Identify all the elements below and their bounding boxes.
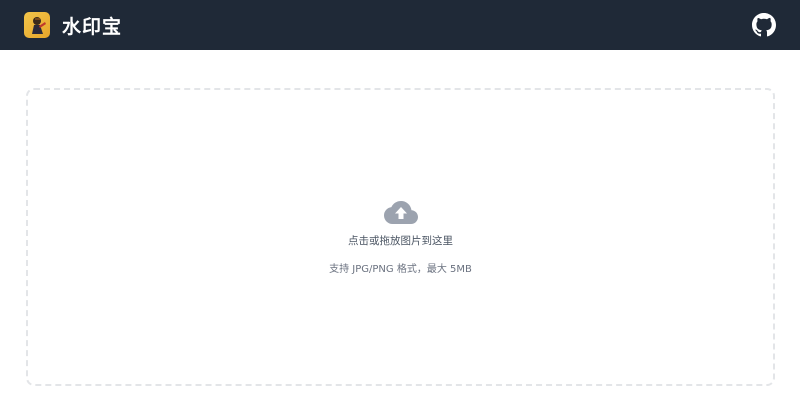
upload-dropzone[interactable]: 点击或拖放图片到这里 支持 JPG/PNG 格式，最大 5MB	[26, 88, 775, 386]
github-icon[interactable]	[752, 13, 776, 37]
app-title: 水印宝	[62, 15, 123, 38]
upload-instruction: 点击或拖放图片到这里	[348, 235, 453, 247]
upload-format-hint: 支持 JPG/PNG 格式，最大 5MB	[329, 264, 472, 275]
main-content: 点击或拖放图片到这里 支持 JPG/PNG 格式，最大 5MB	[0, 50, 800, 404]
cloud-upload-icon	[383, 201, 418, 224]
top-navbar: 水印宝	[0, 0, 800, 50]
app-logo-icon[interactable]	[24, 12, 50, 38]
